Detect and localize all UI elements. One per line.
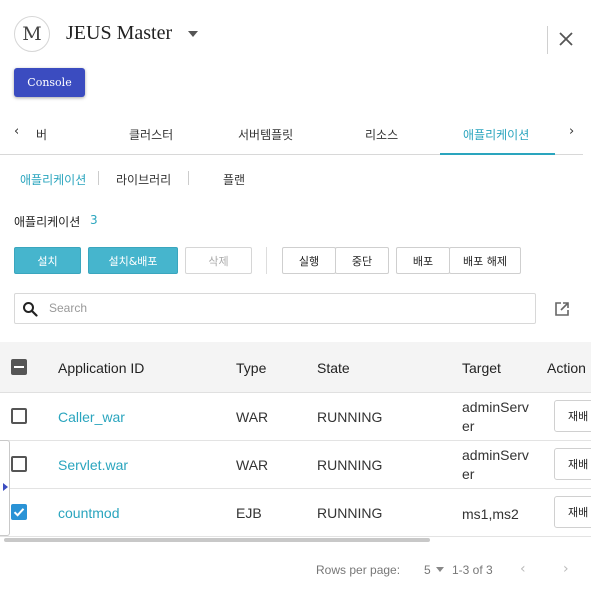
subtab-application[interactable]: 애플리케이션 <box>20 171 86 188</box>
indeterminate-mark-icon <box>14 366 24 368</box>
header-divider <box>547 26 548 54</box>
install-deploy-button[interactable]: 설치&배포 <box>88 247 178 274</box>
target-cell: ms1,ms2 <box>462 506 519 522</box>
column-header-target[interactable]: Target <box>462 360 501 376</box>
type-cell: EJB <box>236 505 262 521</box>
column-header-type[interactable]: Type <box>236 360 266 376</box>
search-input[interactable] <box>47 300 521 316</box>
toolbar-divider <box>266 247 267 274</box>
type-cell: WAR <box>236 457 269 473</box>
column-header-state[interactable]: State <box>317 360 350 376</box>
application-id-link[interactable]: Servlet.war <box>58 457 128 473</box>
install-button[interactable]: 설치 <box>14 247 81 274</box>
subtab-separator <box>188 171 189 185</box>
row-checkbox-checked[interactable] <box>11 504 27 520</box>
tabs-next-icon[interactable]: › <box>569 124 574 139</box>
column-header-application-id[interactable]: Application ID <box>58 360 144 376</box>
row-divider <box>0 488 591 489</box>
target-cell: adminServer <box>462 447 529 482</box>
pagination-range: 1-3 of 3 <box>452 563 493 577</box>
state-cell: RUNNING <box>317 505 383 521</box>
target-cell: adminServer <box>462 399 529 434</box>
row-divider <box>0 536 591 537</box>
subtab-library[interactable]: 라이브러리 <box>116 171 171 188</box>
type-cell: WAR <box>236 409 269 425</box>
state-cell: RUNNING <box>317 409 383 425</box>
run-button[interactable]: 실행 <box>282 247 336 274</box>
section-title: 애플리케이션 <box>14 215 81 229</box>
stop-button[interactable]: 중단 <box>335 247 389 274</box>
tab-application[interactable]: 애플리케이션 <box>463 126 529 143</box>
column-header-action: Action <box>547 360 586 376</box>
application-id-link[interactable]: Caller_war <box>58 409 125 425</box>
subtab-separator <box>98 171 99 185</box>
delete-button[interactable]: 삭제 <box>185 247 252 274</box>
row-checkbox[interactable] <box>11 456 27 472</box>
application-count: 3 <box>90 213 98 227</box>
active-tab-indicator <box>440 153 555 155</box>
redeploy-button[interactable]: 재배 <box>554 448 591 480</box>
rows-per-page-caret-icon[interactable] <box>436 567 444 572</box>
checkmark-icon <box>13 508 25 517</box>
previous-page-icon[interactable]: ‹ <box>520 561 526 577</box>
tab-server[interactable]: 버 <box>36 126 47 143</box>
chevron-down-icon[interactable] <box>188 31 198 37</box>
row-divider <box>0 440 591 441</box>
subtab-plan[interactable]: 플랜 <box>223 171 245 188</box>
tab-server-template[interactable]: 서버템플릿 <box>238 126 293 143</box>
next-page-icon[interactable]: › <box>563 561 569 577</box>
server-name[interactable]: JEUS Master <box>66 22 172 45</box>
rows-per-page-label: Rows per page: <box>316 563 401 577</box>
tab-resource[interactable]: 리소스 <box>365 126 398 143</box>
application-id-link[interactable]: countmod <box>58 505 119 521</box>
expand-arrow-icon[interactable] <box>3 483 8 491</box>
redeploy-button[interactable]: 재배 <box>554 400 591 432</box>
close-icon[interactable] <box>557 30 575 48</box>
undeploy-button[interactable]: 배포 해제 <box>449 247 521 274</box>
search-icon <box>23 302 38 317</box>
avatar: M <box>14 16 50 52</box>
search-box <box>14 293 536 324</box>
avatar-letter: M <box>22 23 42 45</box>
row-checkbox[interactable] <box>11 408 27 424</box>
rows-per-page-select[interactable]: 5 <box>424 563 431 577</box>
open-external-icon[interactable] <box>554 301 570 317</box>
console-button[interactable]: Console <box>14 68 85 97</box>
tab-cluster[interactable]: 클러스터 <box>129 126 173 143</box>
deploy-button[interactable]: 배포 <box>396 247 450 274</box>
tabs-prev-icon[interactable]: ‹ <box>14 124 19 139</box>
state-cell: RUNNING <box>317 457 383 473</box>
horizontal-scrollbar[interactable] <box>4 538 430 542</box>
redeploy-button[interactable]: 재배 <box>554 496 591 528</box>
select-all-checkbox[interactable] <box>11 359 27 375</box>
